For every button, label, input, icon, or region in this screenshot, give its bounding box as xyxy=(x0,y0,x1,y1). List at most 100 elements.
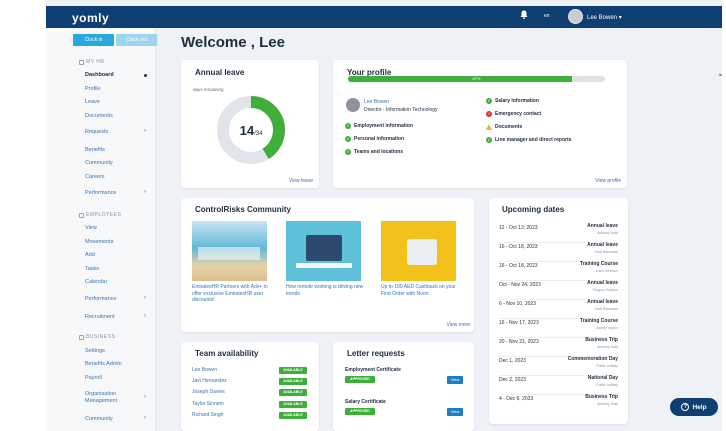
member-name[interactable]: Joseph Davies xyxy=(192,389,225,395)
date: 4 - Dec 6, 2023 xyxy=(499,396,534,402)
sidebar-item-payroll[interactable]: Payroll xyxy=(85,375,102,381)
chevron-right-icon[interactable]: › xyxy=(144,128,146,134)
event-title: Training Course xyxy=(579,261,618,267)
date: 16 - Oct 18, 2023 xyxy=(499,244,538,250)
sidebar-item-dashboard[interactable]: Dashboard xyxy=(85,72,114,78)
profile-check-salary[interactable]: ✓ Salary information xyxy=(486,98,539,104)
chevron-right-icon[interactable]: › xyxy=(144,415,146,421)
profile-check-personal[interactable]: ✓ Personal information xyxy=(345,136,404,142)
sidebar-item-community[interactable]: Community xyxy=(85,160,113,166)
event-title: Annual leave xyxy=(587,299,618,305)
sidebar-item-add[interactable]: Add xyxy=(85,252,95,258)
community-post-image[interactable] xyxy=(286,221,361,281)
leave-count: 14/34 xyxy=(215,122,287,140)
sidebar-item-requests[interactable]: Requests xyxy=(85,129,108,135)
view-letter-button[interactable]: View xyxy=(447,408,463,416)
clock-in-button[interactable]: Clock in xyxy=(73,34,114,46)
laptop-illustration xyxy=(306,235,342,261)
sidebar-item-performance-employees[interactable]: Performance xyxy=(85,296,117,302)
help-button[interactable]: ? Help xyxy=(670,398,718,416)
table-row[interactable]: Richard Singh AVAILABLE xyxy=(192,411,312,421)
date: 16 - Nov 17, 2023 xyxy=(499,320,539,326)
table-row[interactable]: Joseph Davies AVAILABLE xyxy=(192,388,312,398)
profile-card: Your profile 87% Lee Bowen Director - In… xyxy=(333,60,627,188)
event-person: Anthony Hatti xyxy=(596,402,618,406)
letter-name: Employment Certificate xyxy=(345,367,401,373)
app-logo[interactable]: yomly xyxy=(72,11,109,25)
sidebar-item-community-business[interactable]: Community xyxy=(85,416,113,422)
table-row[interactable]: Taylor Sionem AVAILABLE xyxy=(192,400,312,410)
table-row[interactable]: Javi Hernandez AVAILABLE xyxy=(192,377,312,387)
sidebar-item-tasks[interactable]: Tasks xyxy=(85,266,99,272)
event-person: Hadi Ramadan xyxy=(594,250,618,254)
event-title: Commemoration Day xyxy=(567,356,618,362)
community-post-image[interactable] xyxy=(381,221,456,281)
chevron-right-icon[interactable]: › xyxy=(144,189,146,195)
sidebar-item-settings[interactable]: Settings xyxy=(85,348,105,354)
member-name[interactable]: Javi Hernandez xyxy=(192,378,227,384)
profile-name[interactable]: Lee Bowen xyxy=(364,99,389,105)
sidebar-item-documents[interactable]: Documents xyxy=(85,113,113,119)
view-letter-button[interactable]: View xyxy=(447,376,463,384)
avatar[interactable] xyxy=(568,9,583,24)
sidebar-item-recruitment[interactable]: Recruitment xyxy=(85,314,115,320)
profile-check-teams[interactable]: ✓ Teams and locations xyxy=(345,149,403,155)
event-title: Training Course xyxy=(579,318,618,324)
warning-icon xyxy=(486,124,492,130)
letter-requests-card: Letter requests Employment Certificate A… xyxy=(333,342,474,431)
profile-role: Director - Information Technology xyxy=(364,107,438,113)
card-title: Team availability xyxy=(195,349,259,358)
chevron-right-icon[interactable]: › xyxy=(144,394,146,400)
section-label: MY HR xyxy=(86,59,105,65)
active-indicator xyxy=(144,74,147,77)
member-name[interactable]: Richard Singh xyxy=(192,412,223,418)
sidebar-item-profile[interactable]: Profile xyxy=(85,86,101,92)
profile-check-emergency[interactable]: ! Emergency contact xyxy=(486,111,541,117)
member-name[interactable]: Lee Bowen xyxy=(192,367,217,373)
sidebar-item-careers[interactable]: Careers xyxy=(85,174,105,180)
view-profile-link[interactable]: View profile xyxy=(595,178,621,184)
community-post-link[interactable]: Up to 100 AED Cashback on your First Ord… xyxy=(381,284,463,297)
member-name[interactable]: Taylor Sionem xyxy=(192,401,224,407)
sidebar-item-performance[interactable]: Performance xyxy=(85,190,117,196)
sidebar-item-benefits[interactable]: Benefits xyxy=(85,147,105,153)
sidebar-item-calendar[interactable]: Calendar xyxy=(85,279,107,285)
sidebar-item-view[interactable]: View xyxy=(85,225,97,231)
event-title: Annual leave xyxy=(587,280,618,286)
leave-remaining: 14 xyxy=(239,123,255,138)
section-employees: EMPLOYEES xyxy=(79,212,121,218)
event-title: Annual leave xyxy=(587,242,618,248)
card-title: Letter requests xyxy=(347,349,405,358)
date: Dec 2, 2023 xyxy=(499,377,526,383)
status-badge: AVAILABLE xyxy=(279,367,307,374)
clock-out-button[interactable]: Clock out xyxy=(116,34,157,46)
status-badge: AVAILABLE xyxy=(279,412,307,419)
community-post-image[interactable] xyxy=(192,221,267,281)
error-icon: ! xyxy=(486,111,492,117)
user-menu[interactable]: Lee Bowen ▾ xyxy=(587,14,622,21)
status-badge: AVAILABLE xyxy=(279,389,307,396)
view-leave-link[interactable]: View leave xyxy=(289,178,313,184)
bell-icon[interactable] xyxy=(520,10,528,19)
profile-progress-bar: 87% xyxy=(348,76,605,82)
top-bar: yomly en Lee Bowen ▾ xyxy=(46,6,722,28)
sidebar-item-benefits-admin[interactable]: Benefits Admin xyxy=(85,361,122,367)
profile-check-line-manager[interactable]: ✓ Line manager and direct reports xyxy=(486,137,571,143)
view-more-link[interactable]: View more xyxy=(446,322,470,328)
profile-check-employment[interactable]: ✓ Employment information xyxy=(345,123,413,129)
table-row[interactable]: Lee Bowen AVAILABLE xyxy=(192,366,312,376)
sidebar-item-leave[interactable]: Leave xyxy=(85,99,100,105)
chevron-right-icon[interactable]: › xyxy=(144,313,146,319)
profile-check-documents[interactable]: Documents xyxy=(486,124,522,130)
event-person: Gregory Hudson xyxy=(592,288,618,292)
help-label: Help xyxy=(692,403,707,411)
sidebar-item-movements[interactable]: Movements xyxy=(85,239,113,245)
community-post-link[interactable]: EmiratesHR Partners with Adv+ to offer e… xyxy=(192,284,274,304)
card-title: ControlRisks Community xyxy=(195,205,292,214)
language-selector[interactable]: en xyxy=(544,13,550,19)
progress-label: 87% xyxy=(472,76,481,81)
community-post-link[interactable]: How remote working is driving new trends xyxy=(286,284,368,297)
sidebar-item-organisation-management[interactable]: Organisation Management xyxy=(85,391,137,405)
chevron-right-icon[interactable]: › xyxy=(144,295,146,301)
list-item[interactable]: 4 - Dec 6, 2023 Business Trip Anthony Hatt… xyxy=(499,392,618,414)
